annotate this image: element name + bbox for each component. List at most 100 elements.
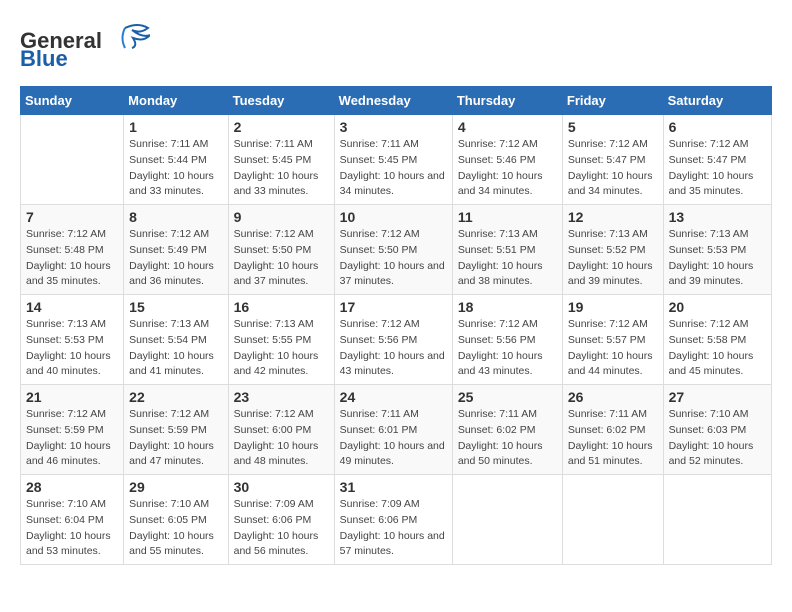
calendar-cell — [562, 475, 663, 565]
calendar-cell: 15 Sunrise: 7:13 AMSunset: 5:54 PMDayligh… — [124, 295, 228, 385]
day-number: 16 — [234, 299, 329, 315]
calendar-cell: 30Sunrise: 7:09 AMSunset: 6:06 PMDayligh… — [228, 475, 334, 565]
day-number: 31 — [340, 479, 447, 495]
calendar-cell: 20 Sunrise: 7:12 AMSunset: 5:58 PMDayligh… — [663, 295, 771, 385]
day-number: 28 — [26, 479, 118, 495]
page-header: General Blue — [20, 20, 772, 70]
calendar-cell: 8 Sunrise: 7:12 AMSunset: 5:49 PMDaylight… — [124, 205, 228, 295]
week-row-2: 7Sunrise: 7:12 AMSunset: 5:48 PMDaylight… — [21, 205, 772, 295]
day-info: Sunrise: 7:12 AMSunset: 5:57 PMDaylight:… — [568, 317, 658, 380]
day-number: 20 — [669, 299, 766, 315]
day-info: Sunrise: 7:12 AMSunset: 5:59 PMDaylight:… — [129, 407, 222, 470]
header-thursday: Thursday — [452, 87, 562, 115]
day-number: 29 — [129, 479, 222, 495]
day-number: 1 — [129, 119, 222, 135]
day-info: Sunrise: 7:09 AMSunset: 6:06 PMDaylight:… — [340, 497, 447, 560]
day-number: 15 — [129, 299, 222, 315]
calendar-cell: 24 Sunrise: 7:11 AMSunset: 6:01 PMDayligh… — [334, 385, 452, 475]
day-number: 4 — [458, 119, 557, 135]
calendar-table: SundayMondayTuesdayWednesdayThursdayFrid… — [20, 86, 772, 565]
calendar-cell: 17Sunrise: 7:12 AMSunset: 5:56 PMDayligh… — [334, 295, 452, 385]
day-info: Sunrise: 7:13 AMSunset: 5:54 PMDaylight:… — [129, 317, 222, 380]
day-info: Sunrise: 7:12 AMSunset: 5:49 PMDaylight:… — [129, 227, 222, 290]
header-saturday: Saturday — [663, 87, 771, 115]
logo: General Blue — [20, 20, 150, 70]
day-number: 24 — [340, 389, 447, 405]
calendar-cell — [452, 475, 562, 565]
calendar-cell: 18Sunrise: 7:12 AMSunset: 5:56 PMDayligh… — [452, 295, 562, 385]
day-info: Sunrise: 7:10 AMSunset: 6:04 PMDaylight:… — [26, 497, 118, 560]
day-number: 13 — [669, 209, 766, 225]
day-number: 10 — [340, 209, 447, 225]
day-number: 19 — [568, 299, 658, 315]
calendar-cell: 23 Sunrise: 7:12 AMSunset: 6:00 PMDayligh… — [228, 385, 334, 475]
day-info: Sunrise: 7:12 AMSunset: 5:50 PMDaylight:… — [234, 227, 329, 290]
header-tuesday: Tuesday — [228, 87, 334, 115]
calendar-cell: 4 Sunrise: 7:12 AMSunset: 5:46 PMDaylight… — [452, 115, 562, 205]
calendar-cell: 26 Sunrise: 7:11 AMSunset: 6:02 PMDayligh… — [562, 385, 663, 475]
calendar-cell: 29 Sunrise: 7:10 AMSunset: 6:05 PMDayligh… — [124, 475, 228, 565]
day-number: 7 — [26, 209, 118, 225]
calendar-cell: 12 Sunrise: 7:13 AMSunset: 5:52 PMDayligh… — [562, 205, 663, 295]
header-wednesday: Wednesday — [334, 87, 452, 115]
calendar-cell: 7Sunrise: 7:12 AMSunset: 5:48 PMDaylight… — [21, 205, 124, 295]
day-info: Sunrise: 7:12 AMSunset: 5:47 PMDaylight:… — [568, 137, 658, 200]
calendar-cell — [663, 475, 771, 565]
day-number: 30 — [234, 479, 329, 495]
week-row-1: 1 Sunrise: 7:11 AMSunset: 5:44 PMDaylight… — [21, 115, 772, 205]
day-info: Sunrise: 7:11 AMSunset: 6:02 PMDaylight:… — [568, 407, 658, 470]
day-info: Sunrise: 7:12 AMSunset: 5:59 PMDaylight:… — [26, 407, 118, 470]
day-info: Sunrise: 7:13 AMSunset: 5:53 PMDaylight:… — [669, 227, 766, 290]
day-number: 23 — [234, 389, 329, 405]
day-number: 11 — [458, 209, 557, 225]
day-info: Sunrise: 7:12 AMSunset: 5:46 PMDaylight:… — [458, 137, 557, 200]
day-info: Sunrise: 7:12 AMSunset: 5:56 PMDaylight:… — [458, 317, 557, 380]
calendar-cell: 14 Sunrise: 7:13 AMSunset: 5:53 PMDayligh… — [21, 295, 124, 385]
calendar-cell: 28 Sunrise: 7:10 AMSunset: 6:04 PMDayligh… — [21, 475, 124, 565]
calendar-cell: 13 Sunrise: 7:13 AMSunset: 5:53 PMDayligh… — [663, 205, 771, 295]
day-number: 25 — [458, 389, 557, 405]
calendar-cell — [21, 115, 124, 205]
week-row-4: 21 Sunrise: 7:12 AMSunset: 5:59 PMDayligh… — [21, 385, 772, 475]
header-monday: Monday — [124, 87, 228, 115]
day-number: 21 — [26, 389, 118, 405]
day-info: Sunrise: 7:10 AMSunset: 6:03 PMDaylight:… — [669, 407, 766, 470]
day-info: Sunrise: 7:13 AMSunset: 5:55 PMDaylight:… — [234, 317, 329, 380]
day-number: 26 — [568, 389, 658, 405]
day-info: Sunrise: 7:12 AMSunset: 5:56 PMDaylight:… — [340, 317, 447, 380]
day-info: Sunrise: 7:13 AMSunset: 5:51 PMDaylight:… — [458, 227, 557, 290]
calendar-cell: 25 Sunrise: 7:11 AMSunset: 6:02 PMDayligh… — [452, 385, 562, 475]
calendar-cell: 6 Sunrise: 7:12 AMSunset: 5:47 PMDaylight… — [663, 115, 771, 205]
day-info: Sunrise: 7:12 AMSunset: 5:58 PMDaylight:… — [669, 317, 766, 380]
day-info: Sunrise: 7:10 AMSunset: 6:05 PMDaylight:… — [129, 497, 222, 560]
day-info: Sunrise: 7:13 AMSunset: 5:52 PMDaylight:… — [568, 227, 658, 290]
calendar-cell: 10 Sunrise: 7:12 AMSunset: 5:50 PMDayligh… — [334, 205, 452, 295]
day-number: 14 — [26, 299, 118, 315]
day-info: Sunrise: 7:11 AMSunset: 6:02 PMDaylight:… — [458, 407, 557, 470]
calendar-cell: 16 Sunrise: 7:13 AMSunset: 5:55 PMDayligh… — [228, 295, 334, 385]
day-info: Sunrise: 7:11 AMSunset: 6:01 PMDaylight:… — [340, 407, 447, 470]
calendar-cell: 3Sunrise: 7:11 AMSunset: 5:45 PMDaylight… — [334, 115, 452, 205]
day-info: Sunrise: 7:13 AMSunset: 5:53 PMDaylight:… — [26, 317, 118, 380]
calendar-cell: 9 Sunrise: 7:12 AMSunset: 5:50 PMDaylight… — [228, 205, 334, 295]
day-info: Sunrise: 7:12 AMSunset: 5:50 PMDaylight:… — [340, 227, 447, 290]
day-number: 9 — [234, 209, 329, 225]
day-info: Sunrise: 7:11 AMSunset: 5:45 PMDaylight:… — [234, 137, 329, 200]
day-number: 8 — [129, 209, 222, 225]
week-row-3: 14 Sunrise: 7:13 AMSunset: 5:53 PMDayligh… — [21, 295, 772, 385]
day-info: Sunrise: 7:12 AMSunset: 6:00 PMDaylight:… — [234, 407, 329, 470]
day-info: Sunrise: 7:11 AMSunset: 5:44 PMDaylight:… — [129, 137, 222, 200]
day-number: 3 — [340, 119, 447, 135]
day-number: 22 — [129, 389, 222, 405]
header-friday: Friday — [562, 87, 663, 115]
calendar-cell: 22 Sunrise: 7:12 AMSunset: 5:59 PMDayligh… — [124, 385, 228, 475]
calendar-cell: 1 Sunrise: 7:11 AMSunset: 5:44 PMDaylight… — [124, 115, 228, 205]
calendar-cell: 5Sunrise: 7:12 AMSunset: 5:47 PMDaylight… — [562, 115, 663, 205]
header-sunday: Sunday — [21, 87, 124, 115]
svg-text:Blue: Blue — [20, 46, 68, 70]
calendar-cell: 11 Sunrise: 7:13 AMSunset: 5:51 PMDayligh… — [452, 205, 562, 295]
calendar-cell: 27Sunrise: 7:10 AMSunset: 6:03 PMDayligh… — [663, 385, 771, 475]
day-number: 6 — [669, 119, 766, 135]
day-info: Sunrise: 7:12 AMSunset: 5:47 PMDaylight:… — [669, 137, 766, 200]
day-number: 12 — [568, 209, 658, 225]
